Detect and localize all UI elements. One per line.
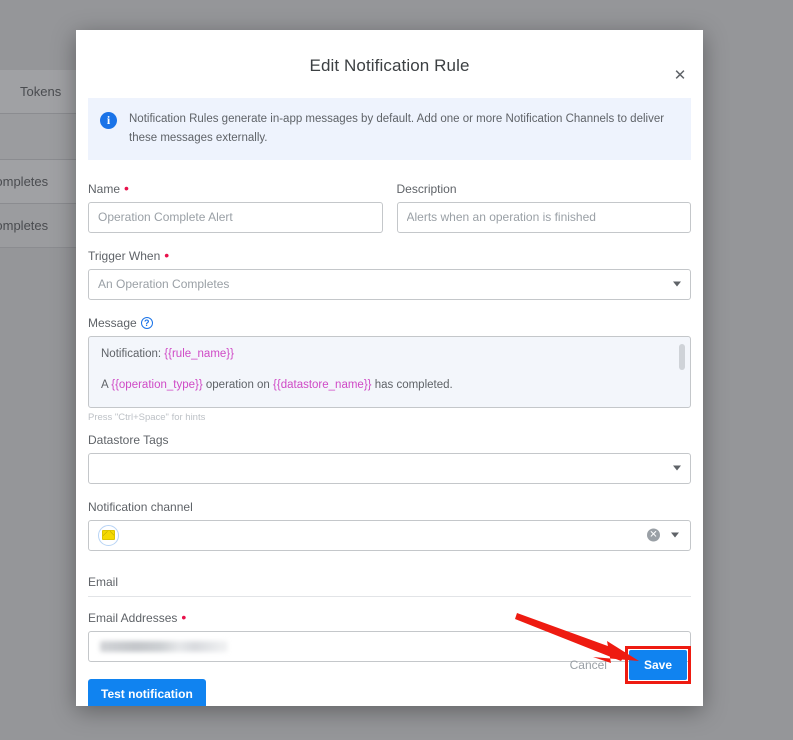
info-banner-text: Notification Rules generate in-app messa…: [129, 113, 665, 144]
message-text: operation on: [202, 379, 274, 392]
message-scrollbar[interactable]: [679, 343, 685, 370]
chevron-down-icon: [671, 532, 679, 538]
cancel-button[interactable]: Cancel: [560, 650, 617, 680]
save-button-highlight: Save: [624, 646, 691, 684]
message-text: A: [101, 379, 112, 392]
trigger-when-label: Trigger When •: [88, 246, 170, 263]
message-line: A {{operation_type}} operation on {{data…: [101, 378, 678, 394]
help-circle-icon[interactable]: ?: [140, 316, 153, 329]
message-text: has completed.: [371, 379, 453, 392]
message-editor[interactable]: Notification: {{rule_name}} A {{operatio…: [88, 335, 691, 408]
description-label-text: Description: [396, 181, 457, 196]
dialog-title: Edit Notification Rule: [309, 56, 470, 75]
clear-circle-icon[interactable]: ✕: [647, 528, 660, 542]
datastore-tags-select[interactable]: [88, 452, 691, 484]
notification-channel-select[interactable]: ✕: [88, 519, 691, 551]
trigger-when-select[interactable]: An Operation Completes: [88, 268, 691, 300]
template-variable: {{rule_name}}: [164, 347, 234, 360]
description-label: Description: [397, 182, 692, 196]
datastore-tags-label: Datastore Tags: [88, 433, 691, 447]
info-icon: i: [100, 112, 117, 129]
redacted-email-value: [100, 640, 228, 652]
email-addresses-label: Email Addresses •: [88, 608, 187, 625]
trigger-when-label-text: Trigger When: [88, 248, 161, 263]
edit-notification-rule-dialog: ✕ Edit Notification Rule i Notification …: [76, 30, 703, 706]
close-icon[interactable]: ✕: [667, 62, 693, 88]
message-label-text: Message: [88, 315, 137, 330]
email-section-title: Email: [88, 575, 691, 597]
name-input[interactable]: [88, 201, 383, 233]
test-notification-button[interactable]: Test notification: [88, 678, 206, 706]
background-row-label: Completes: [0, 218, 49, 233]
info-banner: i Notification Rules generate in-app mes…: [88, 98, 691, 160]
message-line: Notification: {{rule_name}}: [101, 347, 678, 363]
message-label: Message ?: [88, 316, 691, 330]
dialog-footer: Cancel Save: [560, 646, 691, 684]
message-text: Notification:: [101, 347, 165, 360]
name-label: Name •: [88, 179, 129, 196]
datastore-tags-label-text: Datastore Tags: [88, 432, 169, 447]
notification-channel-label: Notification channel: [88, 500, 691, 514]
email-envelope-icon: [102, 530, 115, 541]
name-label-text: Name: [88, 181, 121, 196]
save-button[interactable]: Save: [628, 650, 687, 680]
message-hint: Press "Ctrl+Space" for hints: [88, 411, 206, 423]
template-variable: {{datastore_name}}: [273, 379, 372, 392]
chevron-down-icon: [673, 281, 681, 287]
description-input[interactable]: [396, 201, 691, 233]
notification-channel-chip[interactable]: [98, 524, 119, 546]
email-addresses-label-text: Email Addresses: [88, 610, 178, 625]
background-row-label: Completes: [0, 174, 49, 189]
chevron-down-icon: [673, 465, 681, 471]
background-column-tokens: Tokens: [20, 84, 62, 99]
trigger-when-value: An Operation Completes: [98, 277, 230, 292]
notification-channel-label-text: Notification channel: [88, 499, 193, 514]
template-variable: {{operation_type}}: [111, 379, 203, 392]
